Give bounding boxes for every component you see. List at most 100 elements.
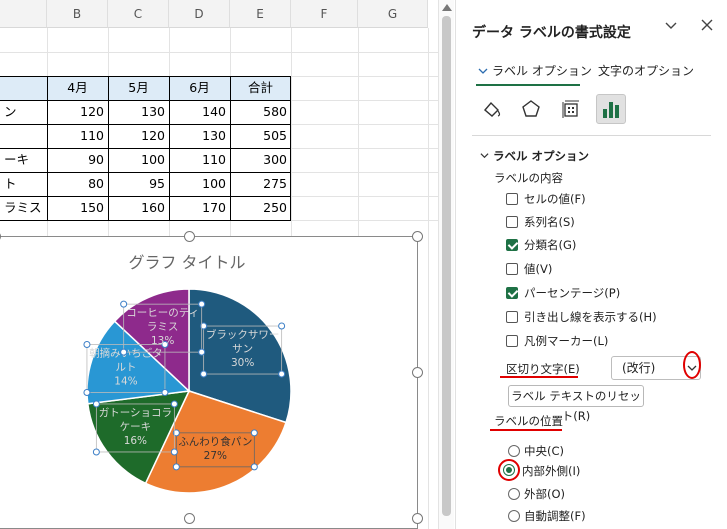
resize-handle[interactable] [184,231,195,242]
table-header-cell[interactable] [0,76,47,100]
column-header-b[interactable]: B [47,0,108,28]
table-border [0,124,291,125]
checkbox-label[interactable]: 系列名(S) [524,214,575,230]
table-cell[interactable]: 505 [230,124,291,148]
table-cell[interactable]: 160 [108,196,169,220]
radio-outside-end[interactable] [508,488,520,500]
radio-label[interactable]: 内部外側(I) [522,463,580,479]
table-cell[interactable]: 170 [169,196,230,220]
label-handle[interactable] [120,348,128,356]
table-header-cell[interactable]: 合計 [230,76,291,100]
label-handle[interactable] [120,300,128,308]
table-cell[interactable]: 95 [108,172,169,196]
label-handle[interactable] [198,300,206,308]
checkbox-percentage[interactable] [506,287,518,299]
checkbox-label[interactable]: 凡例マーカー(L) [524,333,608,349]
close-icon[interactable] [700,18,714,36]
label-handle[interactable] [170,448,178,456]
table-cell[interactable]: 250 [230,196,291,220]
vertical-scrollbar[interactable] [438,0,454,529]
label-handle[interactable] [278,370,286,378]
radio-label[interactable]: 中央(C) [524,443,564,459]
table-cell[interactable]: 130 [108,100,169,124]
row-label-cell[interactable]: ーキ [0,148,47,172]
table-cell[interactable]: 110 [169,148,230,172]
label-handle[interactable] [278,322,286,330]
tab-label-options[interactable]: ラベル オプション [478,62,592,79]
row-label-cell[interactable]: ト [0,172,47,196]
checkbox-value[interactable] [506,263,518,275]
radio-best-fit[interactable] [508,510,520,522]
chevron-down-icon[interactable] [664,18,678,36]
size-properties-icon[interactable] [556,94,586,124]
scrollbar-thumb[interactable] [442,16,451,516]
label-handle[interactable] [250,463,258,471]
reset-label-text-button[interactable]: ラベル テキストのリセット(R) [508,385,644,423]
table-cell[interactable]: 100 [108,148,169,172]
checkbox-label[interactable]: 引き出し線を表示する(H) [524,309,657,325]
row-label-cell[interactable]: ン [0,100,47,124]
checkbox-category-name[interactable] [506,239,518,251]
table-cell[interactable]: 120 [108,124,169,148]
effects-icon[interactable] [516,94,546,124]
table-cell[interactable]: 90 [47,148,108,172]
pie-chart-svg[interactable]: ブラックサワーサン30%ふんわり食パン27%ガトーショコラケーキ16%朝摘みいち… [0,237,419,529]
radio-label[interactable]: 自動調整(F) [524,508,586,524]
worksheet[interactable]: B C D E F G 4月 5月 6月 合計 ン 120 130 140 58… [0,0,438,529]
table-cell[interactable]: 580 [230,100,291,124]
checkbox-label[interactable]: 分類名(G) [524,237,576,253]
checkbox-label[interactable]: パーセンテージ(P) [524,285,620,301]
scroll-up-icon[interactable] [442,4,452,11]
column-header-f[interactable]: F [291,0,358,28]
checkbox-label[interactable]: 値(V) [524,261,552,277]
column-header-g[interactable]: G [358,0,428,28]
label-handle[interactable] [83,341,91,349]
label-handle[interactable] [250,429,258,437]
column-header-c[interactable]: C [108,0,169,28]
fill-line-icon[interactable] [476,94,506,124]
label-options-icon[interactable] [596,94,626,124]
radio-label[interactable]: 外部(O) [524,486,565,502]
table-cell[interactable]: 130 [169,124,230,148]
radio-inside-end[interactable] [503,464,515,476]
label-handle[interactable] [200,370,208,378]
table-cell[interactable]: 110 [47,124,108,148]
label-handle[interactable] [92,448,100,456]
checkbox-legend-key[interactable] [506,335,518,347]
label-handle[interactable] [92,400,100,408]
column-header-e[interactable]: E [230,0,291,28]
resize-handle[interactable] [412,231,423,242]
table-header-cell[interactable]: 4月 [47,76,108,100]
column-header-a[interactable] [0,0,47,28]
table-header-cell[interactable]: 6月 [169,76,230,100]
checkbox-leader-lines[interactable] [506,311,518,323]
row-label-cell[interactable]: ラミス [0,196,47,220]
label-handle[interactable] [83,389,91,397]
row-label-cell[interactable] [0,124,47,148]
label-handle[interactable] [198,348,206,356]
resize-handle[interactable] [184,513,195,524]
column-header-d[interactable]: D [169,0,230,28]
table-cell[interactable]: 150 [47,196,108,220]
label-handle[interactable] [172,463,180,471]
pie-chart[interactable]: グラフ タイトル ブラックサワーサン 30% ふんわり食パン 27% ガトーショコラケー… [0,236,418,529]
resize-handle[interactable] [412,513,423,524]
label-handle[interactable] [161,389,169,397]
table-cell[interactable]: 275 [230,172,291,196]
table-header-cell[interactable]: 5月 [108,76,169,100]
radio-center[interactable] [508,445,520,457]
label-handle[interactable] [170,400,178,408]
red-underline-annotation [500,376,578,378]
chevron-down-icon[interactable] [687,361,697,375]
table-cell[interactable]: 120 [47,100,108,124]
table-cell[interactable]: 140 [169,100,230,124]
table-cell[interactable]: 100 [169,172,230,196]
checkbox-label[interactable]: セルの値(F) [524,191,586,207]
table-cell[interactable]: 300 [230,148,291,172]
section-label-options[interactable]: ラベル オプション [480,148,589,164]
tab-text-options[interactable]: 文字のオプション [598,62,694,79]
checkbox-cell-value[interactable] [506,193,518,205]
table-cell[interactable]: 80 [47,172,108,196]
checkbox-series-name[interactable] [506,216,518,228]
resize-handle[interactable] [412,367,423,378]
